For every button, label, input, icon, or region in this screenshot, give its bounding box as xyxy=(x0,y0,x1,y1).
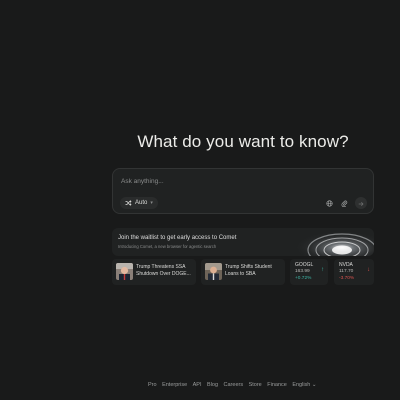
arrow-down-icon: ↓ xyxy=(367,267,370,273)
search-mode-label: Auto xyxy=(135,200,148,206)
footer-link-careers[interactable]: Careers xyxy=(224,382,244,388)
language-selector[interactable]: English ⌄ xyxy=(292,382,316,388)
chevron-down-icon: ⌄ xyxy=(311,382,317,388)
stock-change: +0.72% xyxy=(295,276,312,281)
footer-link-finance[interactable]: Finance xyxy=(267,382,287,388)
news-title-line: Loans to SBA xyxy=(225,271,256,277)
footer-link-enterprise[interactable]: Enterprise xyxy=(162,382,187,388)
news-thumbnail xyxy=(116,263,133,280)
banner-title: Join the waitlist to get early access to… xyxy=(118,235,237,241)
banner-subtitle: Introducing Comet, a new browser for age… xyxy=(118,244,217,249)
arrow-right-icon xyxy=(358,194,364,212)
chevron-down-icon: ▾ xyxy=(150,200,153,206)
stock-ticker: GOOGL xyxy=(295,262,314,268)
trending-cards: Trump Threatens SSA Shutdown Over DOGE..… xyxy=(112,259,374,285)
stock-price: 163.99 xyxy=(295,269,310,274)
news-thumbnail xyxy=(205,263,222,280)
stock-price: 117.70 xyxy=(339,269,354,274)
news-card[interactable]: Trump Shifts Student Loans to SBA xyxy=(201,259,285,285)
page: What do you want to know? Auto ▾ xyxy=(0,0,400,400)
news-title-line: Trump Threatens SSA xyxy=(136,264,186,270)
news-card[interactable]: Trump Threatens SSA Shutdown Over DOGE..… xyxy=(112,259,196,285)
comet-illustration xyxy=(294,228,374,256)
news-title-line: Shutdown Over DOGE... xyxy=(136,271,191,277)
shuffle-icon xyxy=(125,200,132,206)
language-label: English xyxy=(292,382,311,388)
footer-link-api[interactable]: API xyxy=(193,382,202,388)
footer-link-pro[interactable]: Pro xyxy=(148,382,157,388)
arrow-up-icon: ↑ xyxy=(321,267,324,273)
search-input[interactable] xyxy=(121,175,361,187)
stock-ticker: NVDA xyxy=(339,262,353,268)
stock-change: -3.70% xyxy=(339,276,355,281)
stock-card-googl[interactable]: GOOGL 163.99 +0.72% ↑ xyxy=(290,259,328,285)
stock-card-nvda[interactable]: NVDA 117.70 -3.70% ↓ xyxy=(334,259,374,285)
news-title-line: Trump Shifts Student xyxy=(225,264,272,270)
footer-link-store[interactable]: Store xyxy=(249,382,262,388)
page-headline: What do you want to know? xyxy=(137,132,349,151)
submit-button[interactable] xyxy=(355,197,367,209)
footer-link-blog[interactable]: Blog xyxy=(207,382,218,388)
search-box[interactable]: Auto ▾ xyxy=(112,168,374,214)
comet-waitlist-banner[interactable]: Join the waitlist to get early access to… xyxy=(112,228,374,256)
search-mode-button[interactable]: Auto ▾ xyxy=(120,197,158,209)
paperclip-icon[interactable] xyxy=(340,199,349,208)
globe-icon[interactable] xyxy=(325,199,334,208)
footer-links: Pro Enterprise API Blog Careers Store Fi… xyxy=(148,382,317,388)
